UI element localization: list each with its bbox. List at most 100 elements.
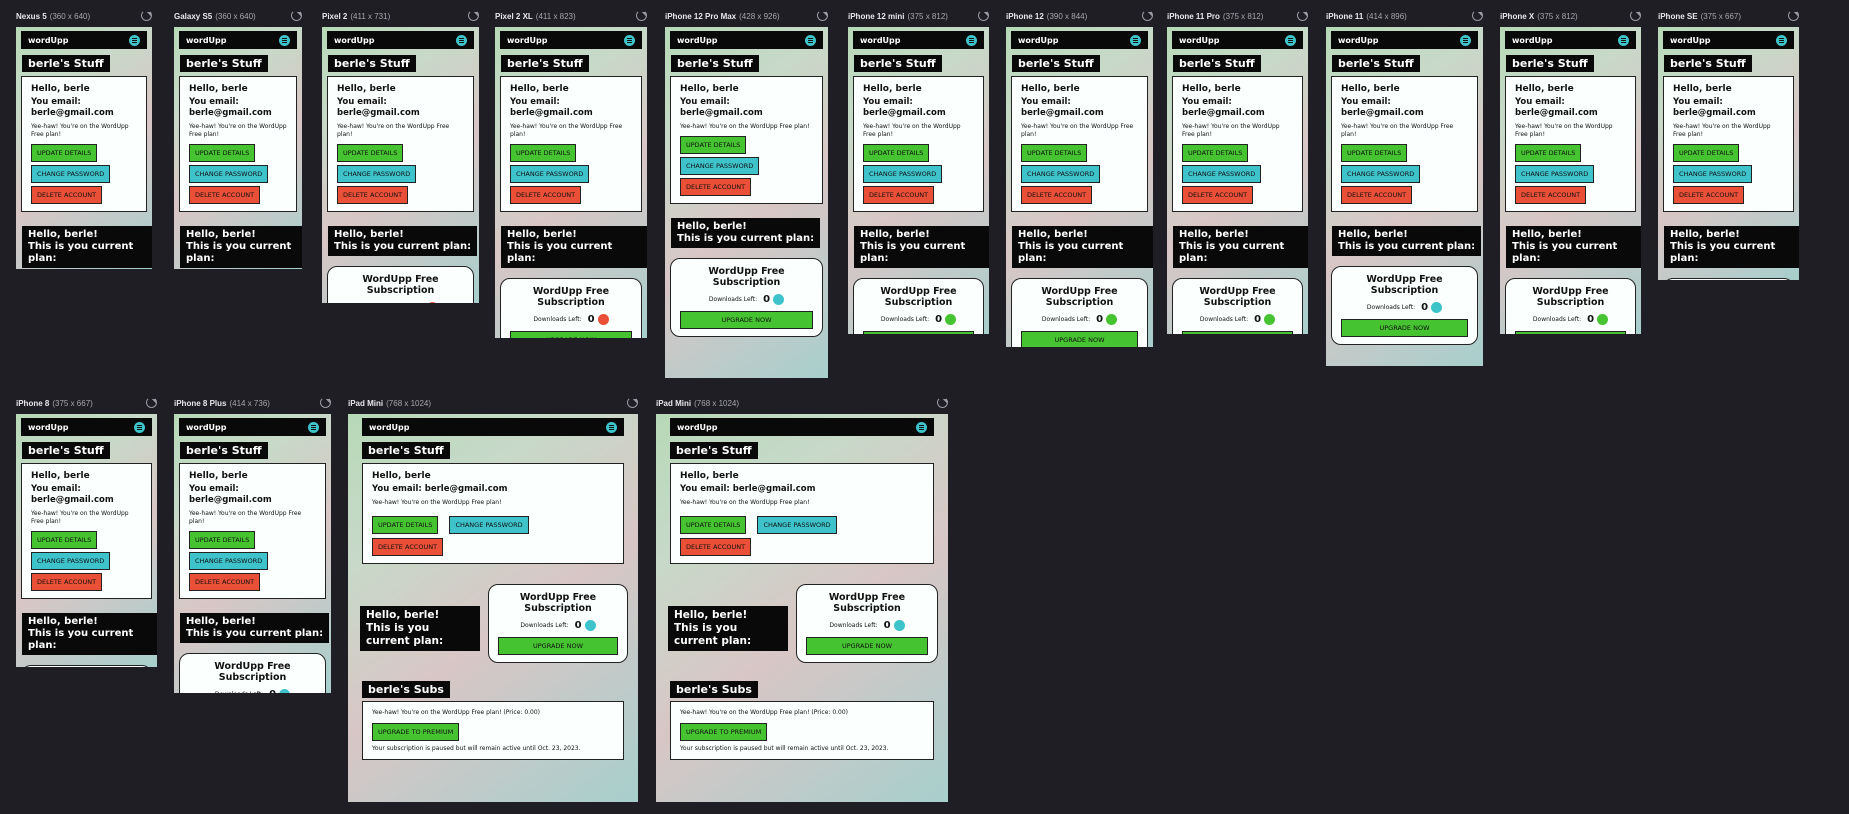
delete-account-button[interactable]: DELETE ACCOUNT xyxy=(31,573,103,591)
update-details-button[interactable]: UPDATE DETAILS xyxy=(863,144,930,162)
rotate-icon[interactable] xyxy=(1472,10,1483,21)
menu-icon[interactable] xyxy=(624,34,635,46)
menu-icon[interactable] xyxy=(308,421,319,433)
logo[interactable]: wordUpp xyxy=(28,423,69,432)
delete-account-button[interactable]: DELETE ACCOUNT xyxy=(337,186,409,204)
change-password-button[interactable]: CHANGE PASSWORD xyxy=(189,165,269,183)
rotate-icon[interactable] xyxy=(1630,10,1641,21)
change-password-button[interactable]: CHANGE PASSWORD xyxy=(31,165,111,183)
change-password-button[interactable]: CHANGE PASSWORD xyxy=(31,552,111,570)
update-details-button[interactable]: UPDATE DETAILS xyxy=(1341,144,1408,162)
menu-icon[interactable] xyxy=(1460,34,1471,46)
rotate-icon[interactable] xyxy=(291,10,302,21)
change-password-button[interactable]: CHANGE PASSWORD xyxy=(337,165,417,183)
logo[interactable]: wordUpp xyxy=(1179,36,1220,45)
update-details-button[interactable]: UPDATE DETAILS xyxy=(372,516,439,534)
rotate-icon[interactable] xyxy=(1142,10,1153,21)
upgrade-now-button[interactable]: UPGRADE NOW xyxy=(806,637,928,655)
menu-icon[interactable] xyxy=(805,34,816,46)
delete-account-button[interactable]: DELETE ACCOUNT xyxy=(680,178,752,196)
rotate-icon[interactable] xyxy=(320,397,331,408)
update-details-button[interactable]: UPDATE DETAILS xyxy=(337,144,404,162)
logo[interactable]: wordUpp xyxy=(28,36,69,45)
menu-icon[interactable] xyxy=(916,421,927,433)
menu-icon[interactable] xyxy=(966,34,977,46)
upgrade-now-button[interactable]: UPGRADE NOW xyxy=(680,311,813,329)
update-details-button[interactable]: UPDATE DETAILS xyxy=(1021,144,1088,162)
delete-account-button[interactable]: DELETE ACCOUNT xyxy=(189,573,261,591)
rotate-icon[interactable] xyxy=(978,10,989,21)
update-details-button[interactable]: UPDATE DETAILS xyxy=(680,136,747,154)
upgrade-now-button[interactable]: UPGRADE NOW xyxy=(498,637,618,655)
delete-account-button[interactable]: DELETE ACCOUNT xyxy=(1341,186,1413,204)
upgrade-now-button[interactable]: UPGRADE NOW xyxy=(863,331,974,334)
logo[interactable]: wordUpp xyxy=(1018,36,1059,45)
change-password-button[interactable]: CHANGE PASSWORD xyxy=(1182,165,1262,183)
delete-account-button[interactable]: DELETE ACCOUNT xyxy=(1673,186,1745,204)
upgrade-now-button[interactable]: UPGRADE NOW xyxy=(1021,331,1138,347)
delete-account-button[interactable]: DELETE ACCOUNT xyxy=(31,186,103,204)
change-password-button[interactable]: CHANGE PASSWORD xyxy=(863,165,943,183)
change-password-button[interactable]: CHANGE PASSWORD xyxy=(449,516,529,534)
delete-account-button[interactable]: DELETE ACCOUNT xyxy=(1515,186,1587,204)
change-password-button[interactable]: CHANGE PASSWORD xyxy=(757,516,837,534)
logo[interactable]: wordUpp xyxy=(1338,36,1379,45)
update-details-button[interactable]: UPDATE DETAILS xyxy=(31,531,98,549)
upgrade-premium-button[interactable]: UPGRADE TO PREMIUM xyxy=(372,723,460,741)
delete-account-button[interactable]: DELETE ACCOUNT xyxy=(189,186,261,204)
change-password-button[interactable]: CHANGE PASSWORD xyxy=(1021,165,1101,183)
logo[interactable]: wordUpp xyxy=(186,36,227,45)
rotate-icon[interactable] xyxy=(1297,10,1308,21)
logo[interactable]: wordUpp xyxy=(186,423,227,432)
menu-icon[interactable] xyxy=(129,34,140,46)
rotate-icon[interactable] xyxy=(141,10,152,21)
upgrade-now-button[interactable]: UPGRADE NOW xyxy=(510,331,632,338)
change-password-button[interactable]: CHANGE PASSWORD xyxy=(680,157,760,175)
delete-account-button[interactable]: DELETE ACCOUNT xyxy=(1182,186,1254,204)
delete-account-button[interactable]: DELETE ACCOUNT xyxy=(1021,186,1093,204)
menu-icon[interactable] xyxy=(1618,34,1629,46)
update-details-button[interactable]: UPDATE DETAILS xyxy=(1673,144,1740,162)
update-details-button[interactable]: UPDATE DETAILS xyxy=(680,516,747,534)
logo[interactable]: wordUpp xyxy=(1670,36,1711,45)
logo[interactable]: wordUpp xyxy=(677,36,718,45)
menu-icon[interactable] xyxy=(279,34,290,46)
logo[interactable]: wordUpp xyxy=(334,36,375,45)
update-details-button[interactable]: UPDATE DETAILS xyxy=(1182,144,1249,162)
delete-account-button[interactable]: DELETE ACCOUNT xyxy=(680,538,752,556)
delete-account-button[interactable]: DELETE ACCOUNT xyxy=(510,186,582,204)
upgrade-now-button[interactable]: UPGRADE NOW xyxy=(1182,331,1293,334)
menu-icon[interactable] xyxy=(1130,34,1141,46)
update-details-button[interactable]: UPDATE DETAILS xyxy=(1515,144,1582,162)
logo[interactable]: wordUpp xyxy=(1512,36,1553,45)
menu-icon[interactable] xyxy=(456,34,467,46)
delete-account-button[interactable]: DELETE ACCOUNT xyxy=(863,186,935,204)
change-password-button[interactable]: CHANGE PASSWORD xyxy=(1673,165,1753,183)
menu-icon[interactable] xyxy=(1285,34,1296,46)
logo[interactable]: wordUpp xyxy=(677,423,718,432)
change-password-button[interactable]: CHANGE PASSWORD xyxy=(1515,165,1595,183)
update-details-button[interactable]: UPDATE DETAILS xyxy=(31,144,98,162)
update-details-button[interactable]: UPDATE DETAILS xyxy=(510,144,577,162)
menu-icon[interactable] xyxy=(606,421,617,433)
rotate-icon[interactable] xyxy=(817,10,828,21)
rotate-icon[interactable] xyxy=(146,397,157,408)
rotate-icon[interactable] xyxy=(468,10,479,21)
logo[interactable]: wordUpp xyxy=(369,423,410,432)
rotate-icon[interactable] xyxy=(937,397,948,408)
change-password-button[interactable]: CHANGE PASSWORD xyxy=(1341,165,1421,183)
change-password-button[interactable]: CHANGE PASSWORD xyxy=(189,552,269,570)
delete-account-button[interactable]: DELETE ACCOUNT xyxy=(372,538,444,556)
menu-icon[interactable] xyxy=(134,421,145,433)
upgrade-premium-button[interactable]: UPGRADE TO PREMIUM xyxy=(680,723,768,741)
upgrade-now-button[interactable]: UPGRADE NOW xyxy=(1515,331,1626,334)
rotate-icon[interactable] xyxy=(627,397,638,408)
menu-icon[interactable] xyxy=(1776,34,1787,46)
rotate-icon[interactable] xyxy=(636,10,647,21)
upgrade-now-button[interactable]: UPGRADE NOW xyxy=(1341,319,1468,337)
update-details-button[interactable]: UPDATE DETAILS xyxy=(189,531,256,549)
rotate-icon[interactable] xyxy=(1788,10,1799,21)
logo[interactable]: wordUpp xyxy=(860,36,901,45)
update-details-button[interactable]: UPDATE DETAILS xyxy=(189,144,256,162)
logo[interactable]: wordUpp xyxy=(507,36,548,45)
